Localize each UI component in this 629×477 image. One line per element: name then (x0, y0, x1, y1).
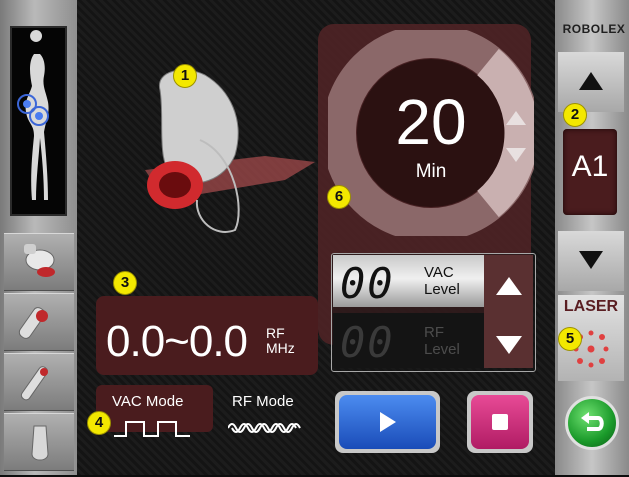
rf-label-line1: RF (424, 324, 444, 341)
level-down-button[interactable] (558, 231, 624, 291)
vac-label-line2: Level (424, 281, 460, 298)
vac-label-line1: VAC (424, 264, 454, 281)
vac-level-label: VAC Level (424, 264, 460, 298)
vac-level-value: 00 (340, 259, 395, 308)
callout-badge-1: 1 (173, 64, 197, 88)
brand-logo: ROBOLEX (562, 22, 626, 36)
handpiece-tab-cavitation[interactable] (4, 233, 74, 291)
timer-down-icon[interactable] (504, 145, 528, 165)
chevron-up-icon (579, 72, 603, 90)
rf-mode-label[interactable]: RF Mode (232, 393, 294, 410)
level-up-icon[interactable] (494, 274, 524, 298)
rf-level-label: RF Level (424, 324, 460, 358)
rf-frequency-unit: RF MHz (266, 326, 306, 356)
stop-icon (492, 414, 508, 430)
play-button[interactable] (335, 391, 440, 453)
handpiece-tab-rf-small[interactable] (4, 353, 74, 411)
vac-pulse-wave-icon (114, 421, 190, 437)
callout-badge-6: 6 (327, 185, 351, 209)
small-rf-handpiece-icon (20, 366, 48, 401)
level-down-icon[interactable] (494, 333, 524, 357)
timer-value: 20 (395, 86, 467, 158)
stop-button[interactable] (467, 391, 533, 453)
treatment-level-value: A1 (571, 150, 609, 183)
callout-badge-4: 4 (87, 411, 111, 435)
timer-up-icon[interactable] (504, 108, 528, 128)
handpiece-illustration (145, 69, 315, 233)
handpiece-tab-vacuum[interactable] (4, 413, 74, 471)
rf-frequency-value: 0.0~0.0 (106, 317, 248, 366)
handpiece-tab-rf-large[interactable] (4, 293, 74, 351)
rf-unit-line1: RF (266, 325, 285, 341)
body-figure-panel (10, 26, 67, 216)
level-up-button[interactable] (558, 52, 624, 112)
callout-badge-3: 3 (113, 271, 137, 295)
back-button[interactable] (565, 396, 619, 450)
laser-label: LASER (563, 298, 619, 315)
rf-label-line2: Level (424, 341, 460, 358)
chevron-down-icon (579, 251, 603, 269)
play-icon (380, 412, 396, 432)
body-silhouette-icon (17, 30, 49, 200)
vacuum-handpiece-icon (31, 425, 49, 461)
back-arrow-icon (581, 412, 604, 431)
rf-unit-line2: MHz (266, 340, 295, 356)
callout-badge-2: 2 (563, 103, 587, 127)
rf-level-value: 00 (340, 318, 395, 367)
vac-mode-label: VAC Mode (112, 393, 184, 410)
cavitation-handpiece-icon (24, 244, 55, 277)
rf-handpiece-icon (18, 307, 48, 339)
callout-badge-5: 5 (558, 327, 582, 351)
rf-wave-icon (228, 423, 301, 433)
timer-unit: Min (415, 161, 447, 182)
